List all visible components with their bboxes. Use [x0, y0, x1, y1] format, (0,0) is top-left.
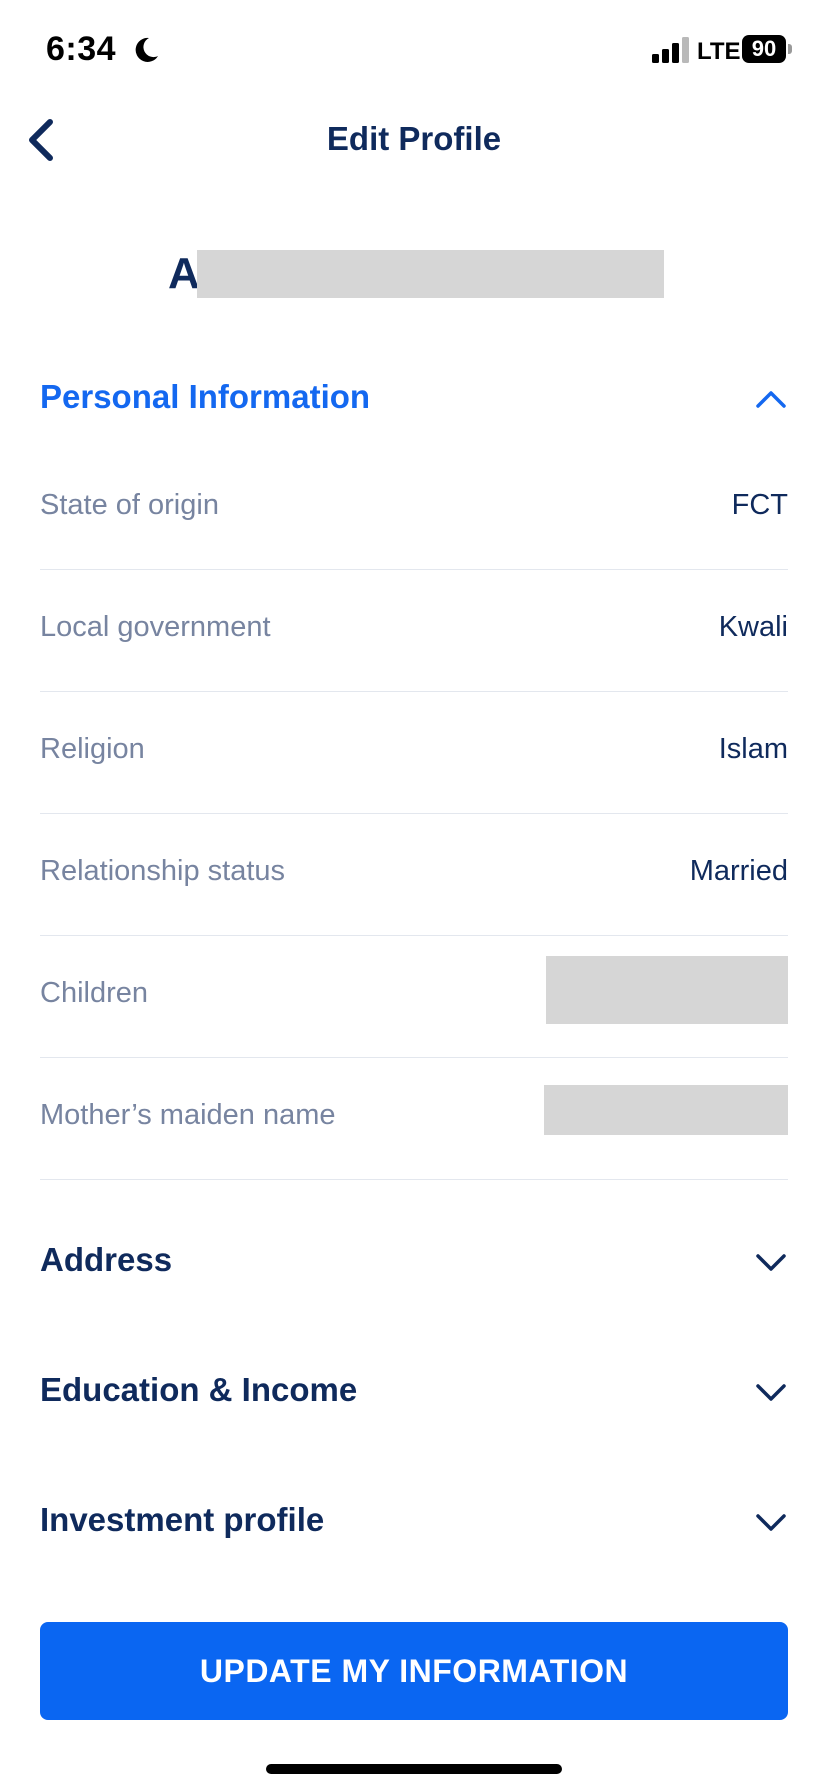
info-row-local-government[interactable]: Local government Kwali: [40, 569, 788, 692]
status-time: 6:34: [46, 30, 117, 68]
page-title: Edit Profile: [326, 120, 502, 157]
chevron-up-icon: [756, 391, 786, 408]
info-row-mothers-maiden-name[interactable]: Mother’s maiden name: [40, 1057, 788, 1180]
profile-name: A: [168, 248, 200, 300]
section-title: Education & Income: [40, 1371, 358, 1408]
section-title: Address: [40, 1241, 173, 1278]
profile-name-initial: A: [168, 249, 200, 298]
info-value: FCT: [731, 489, 788, 521]
section-title: Personal Information: [40, 378, 371, 415]
info-row-state-of-origin[interactable]: State of origin FCT: [40, 447, 788, 570]
battery-level: 90: [751, 36, 777, 61]
battery-tip: [788, 44, 792, 54]
info-label: Children: [40, 977, 148, 1009]
section-header-address[interactable]: Address: [40, 1231, 788, 1291]
redaction-block: [544, 1085, 788, 1135]
info-label: Local government: [40, 611, 271, 643]
network-label: LTE: [697, 38, 741, 65]
section-header-personal-information[interactable]: Personal Information: [40, 368, 788, 428]
section-title: Investment profile: [40, 1501, 325, 1538]
info-row-relationship-status[interactable]: Relationship status Married: [40, 813, 788, 936]
section-header-education-income[interactable]: Education & Income: [40, 1361, 788, 1421]
nav-bar: Edit Profile: [0, 100, 828, 180]
section-header-investment-profile[interactable]: Investment profile: [40, 1491, 788, 1551]
redaction-block: [546, 956, 788, 1024]
signal-icon: [652, 37, 689, 63]
info-label: State of origin: [40, 489, 219, 521]
moon-icon: [135, 37, 158, 62]
chevron-down-icon: [756, 1384, 786, 1401]
home-indicator[interactable]: [266, 1764, 562, 1774]
info-value: Islam: [718, 733, 788, 765]
info-label: Relationship status: [40, 855, 286, 887]
update-information-button[interactable]: UPDATE MY INFORMATION: [40, 1622, 788, 1720]
chevron-down-icon: [756, 1254, 786, 1271]
info-row-children[interactable]: Children: [40, 935, 788, 1058]
info-row-religion[interactable]: Religion Islam: [40, 691, 788, 814]
info-label: Religion: [40, 733, 145, 765]
info-value: Married: [689, 855, 788, 887]
redaction-block: [197, 250, 664, 298]
info-value: Kwali: [718, 611, 788, 643]
info-label: Mother’s maiden name: [40, 1099, 336, 1131]
chevron-down-icon: [756, 1514, 786, 1531]
battery-icon: 90: [742, 35, 786, 63]
status-bar: 6:34 LTE 90: [0, 0, 828, 100]
